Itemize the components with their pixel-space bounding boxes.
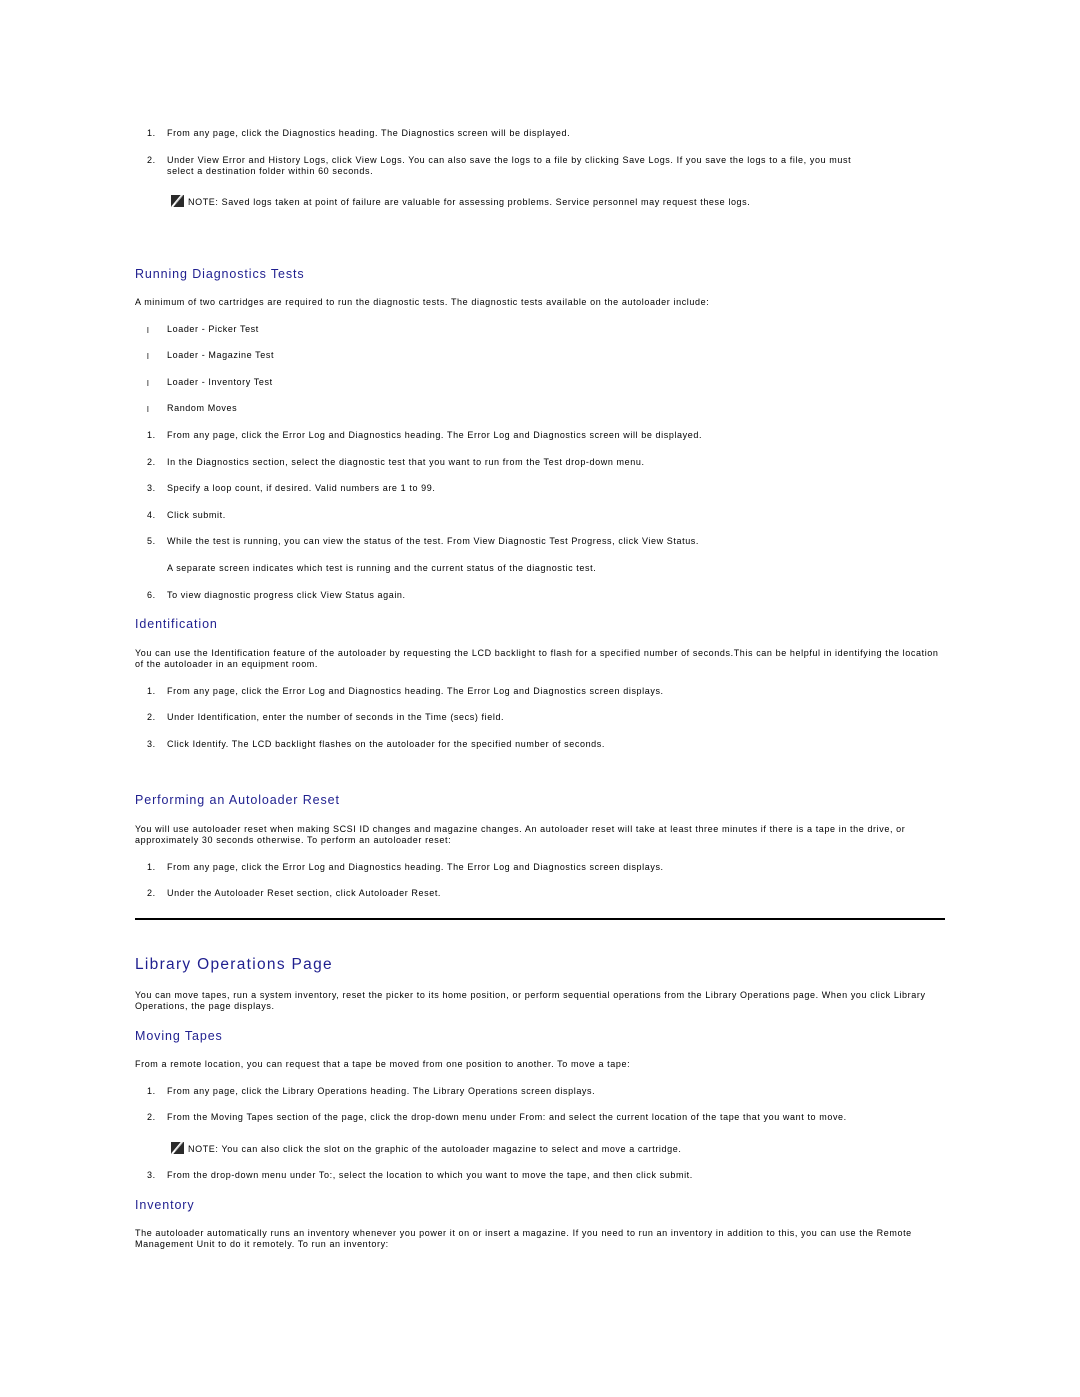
section-heading-moving-tapes: Moving Tapes bbox=[135, 1029, 223, 1043]
test-name: Random Moves bbox=[167, 403, 238, 413]
step-number: 4. bbox=[147, 510, 156, 520]
reset-intro: You will use autoloader reset when makin… bbox=[135, 824, 906, 845]
section-heading-autoloader-reset: Performing an Autoloader Reset bbox=[135, 793, 340, 807]
step-number: 2. bbox=[147, 457, 156, 467]
library-operations-intro: You can move tapes, run a system invento… bbox=[135, 990, 926, 1011]
note-pencil-icon bbox=[171, 1142, 184, 1154]
test-name: Loader - Picker Test bbox=[167, 324, 259, 334]
step-text: To view diagnostic progress click View S… bbox=[167, 590, 406, 600]
bullet-icon: l bbox=[147, 405, 150, 414]
moving-tapes-note: NOTE: You can also click the slot on the… bbox=[171, 1142, 681, 1155]
step-number: 3. bbox=[147, 483, 156, 493]
step-number: 1. bbox=[147, 430, 156, 440]
bullet-icon: l bbox=[147, 326, 150, 335]
test-name: Loader - Magazine Test bbox=[167, 350, 275, 360]
identification-intro: You can use the Identification feature o… bbox=[135, 648, 939, 669]
step-number: 2. bbox=[147, 888, 156, 898]
section-divider bbox=[135, 918, 945, 920]
step-text: Under View Error and History Logs, click… bbox=[167, 155, 852, 165]
step-number: 6. bbox=[147, 590, 156, 600]
section-heading-inventory: Inventory bbox=[135, 1198, 195, 1212]
note-text: NOTE: You can also click the slot on the… bbox=[188, 1144, 682, 1154]
section-heading-identification: Identification bbox=[135, 617, 218, 631]
note-text: NOTE: Saved logs taken at point of failu… bbox=[188, 197, 751, 207]
step-text: Click submit. bbox=[167, 510, 226, 520]
moving-tapes-intro: From a remote location, you can request … bbox=[135, 1059, 631, 1069]
step-number: 2. bbox=[147, 1112, 156, 1122]
step-number: 5. bbox=[147, 536, 156, 546]
test-name: Loader - Inventory Test bbox=[167, 377, 273, 387]
running-tests-intro: A minimum of two cartridges are required… bbox=[135, 297, 710, 307]
page-heading-library-operations: Library Operations Page bbox=[135, 956, 333, 973]
step-text: From any page, click the Library Operati… bbox=[167, 1086, 596, 1096]
step-number: 3. bbox=[147, 739, 156, 749]
bullet-icon: l bbox=[147, 352, 150, 361]
step-number: 3. bbox=[147, 1170, 156, 1180]
step-number: 1. bbox=[147, 686, 156, 696]
logs-note: NOTE: Saved logs taken at point of failu… bbox=[171, 195, 750, 208]
step-text: From any page, click the Error Log and D… bbox=[167, 862, 664, 872]
note-pencil-icon bbox=[171, 195, 184, 207]
step-number: 1. bbox=[147, 1086, 156, 1096]
step-text: While the test is running, you can view … bbox=[167, 536, 700, 546]
step-number: 2. bbox=[147, 155, 156, 165]
step-number: 1. bbox=[147, 128, 156, 138]
step-text: From any page, click the Error Log and D… bbox=[167, 686, 664, 696]
step-text: Specify a loop count, if desired. Valid … bbox=[167, 483, 436, 493]
step-number: 1. bbox=[147, 862, 156, 872]
bullet-icon: l bbox=[147, 379, 150, 388]
step-text: In the Diagnostics section, select the d… bbox=[167, 457, 645, 467]
inventory-intro: The autoloader automatically runs an inv… bbox=[135, 1228, 912, 1249]
step-number: 2. bbox=[147, 712, 156, 722]
step-text: From the Moving Tapes section of the pag… bbox=[167, 1112, 847, 1122]
logs-step-2-continued: select a destination folder within 60 se… bbox=[167, 166, 374, 176]
step-text: Under the Autoloader Reset section, clic… bbox=[167, 888, 442, 898]
running-tests-step-5-detail: A separate screen indicates which test i… bbox=[167, 563, 597, 573]
step-text: From the drop-down menu under To:, selec… bbox=[167, 1170, 693, 1180]
section-heading-running-diagnostics-tests: Running Diagnostics Tests bbox=[135, 267, 305, 281]
step-text: Click Identify. The LCD backlight flashe… bbox=[167, 739, 605, 749]
step-text: Under Identification, enter the number o… bbox=[167, 712, 505, 722]
step-text: From any page, click the Diagnostics hea… bbox=[167, 128, 571, 138]
step-text: From any page, click the Error Log and D… bbox=[167, 430, 703, 440]
